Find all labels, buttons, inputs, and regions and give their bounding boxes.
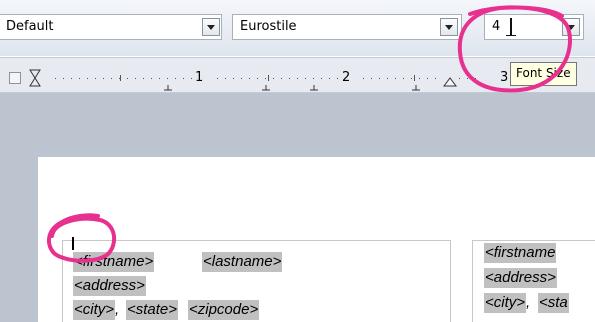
font-size-dropdown-button[interactable] — [562, 18, 580, 36]
merge-field-city-2[interactable]: <city> — [484, 293, 527, 313]
font-size-combo[interactable]: 4 — [484, 14, 584, 40]
text-cursor-foot — [506, 35, 516, 36]
font-size-tooltip: Font Size — [510, 62, 577, 86]
table-cell-border-right — [472, 240, 473, 322]
chevron-down-icon — [207, 25, 215, 30]
paragraph-style-dropdown-button[interactable] — [202, 18, 220, 36]
font-name-dropdown-button[interactable] — [440, 18, 458, 36]
paragraph-style-combo[interactable]: Default — [0, 14, 222, 40]
merge-field-address-2[interactable]: <address> — [484, 268, 557, 288]
font-name-combo[interactable]: Eurostile — [232, 14, 462, 40]
table-cell-border-mid — [450, 240, 451, 322]
paragraph-style-value: Default — [6, 19, 54, 34]
chevron-down-icon — [567, 25, 575, 30]
ruler-number-2: 2 — [342, 70, 351, 85]
merge-field-city[interactable]: <city> — [73, 300, 116, 320]
chevron-down-icon — [445, 25, 453, 30]
merge-field-lastname[interactable]: <lastname> — [202, 252, 283, 272]
horizontal-ruler[interactable]: 1 2 3 — [0, 57, 595, 93]
font-size-value: 4 — [492, 19, 501, 34]
merge-field-state[interactable]: <state> — [126, 300, 179, 320]
font-name-value: Eurostile — [240, 19, 297, 34]
merge-field-zipcode[interactable]: <zipcode> — [188, 300, 260, 320]
merge-field-state-2[interactable]: <sta — [538, 293, 569, 313]
field-separator-comma-2: , — [526, 294, 531, 311]
merge-field-firstname[interactable]: <firstname> — [73, 252, 155, 272]
text-cursor — [72, 237, 74, 250]
text-cursor-icon — [510, 18, 512, 36]
table-cell-border-top-2 — [472, 240, 595, 241]
formatting-toolbar: Default Eurostile 4 — [0, 0, 595, 56]
field-separator-comma: , — [115, 301, 120, 318]
ruler-number-1: 1 — [195, 70, 204, 85]
merge-field-address[interactable]: <address> — [73, 276, 146, 296]
ruler-number-3: 3 — [500, 70, 509, 85]
table-cell-border-left — [62, 240, 63, 322]
merge-field-firstname-2[interactable]: <firstname — [484, 243, 557, 263]
table-cell-border-top — [62, 240, 450, 241]
